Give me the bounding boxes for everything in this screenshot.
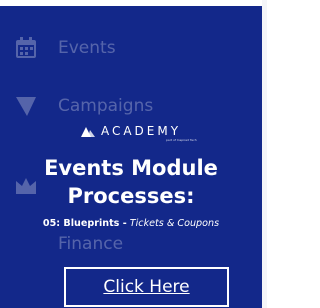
calendar-icon — [16, 37, 36, 58]
subtitle-module-label: 05: Blueprints - — [42, 218, 127, 229]
sidebar-item-events: Events — [0, 28, 262, 68]
academy-mark-icon — [80, 126, 95, 137]
banner-title-line-1: Events Module — [44, 156, 218, 180]
sidebar-item-campaigns: Campaigns — [0, 86, 262, 126]
megaphone-icon — [16, 97, 36, 116]
banner-title-line-2: Processes: — [67, 184, 195, 208]
academy-logo: ACADEMY part of Inspired Tech — [0, 124, 262, 142]
click-here-button[interactable]: Click Here — [64, 267, 229, 307]
sidebar-item-label: Campaigns — [58, 96, 154, 116]
academy-banner: Events Campaigns Finance ACADEMY part of… — [0, 6, 262, 308]
sidebar-item-label: Events — [58, 38, 116, 58]
subtitle-topic: Tickets & Coupons — [129, 218, 220, 229]
academy-logo-tag: part of Inspired Tech — [166, 138, 197, 142]
banner-subtitle: 05: Blueprints - Tickets & Coupons — [0, 218, 262, 229]
sidebar-item-label: Finance — [58, 234, 124, 254]
academy-logo-text: ACADEMY — [100, 124, 182, 138]
page-edge — [262, 0, 267, 308]
